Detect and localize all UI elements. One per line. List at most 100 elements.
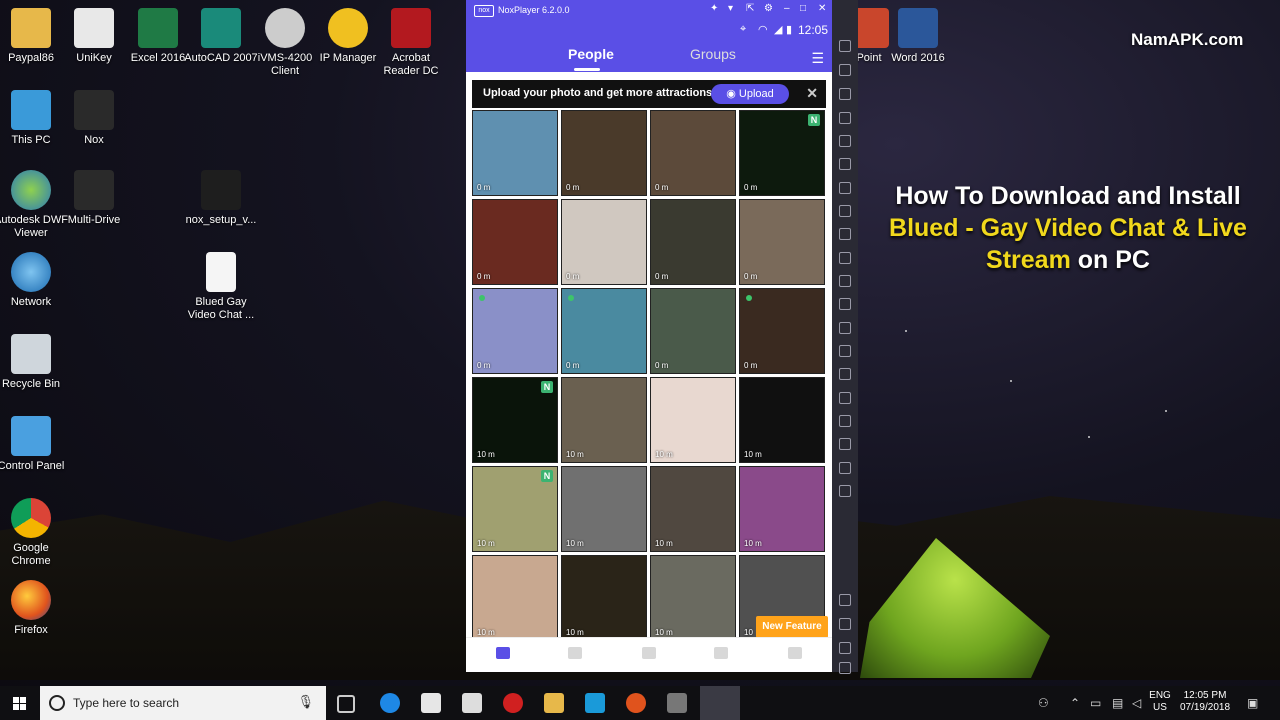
task-view-icon[interactable] xyxy=(337,695,355,713)
mail-icon[interactable] xyxy=(462,693,482,713)
upload-button[interactable]: ◉ Upload xyxy=(711,84,789,104)
network-icon[interactable]: ▤ xyxy=(1112,696,1123,710)
notifications-icon[interactable]: ▣ xyxy=(1247,696,1258,710)
sync-icon[interactable] xyxy=(839,368,851,380)
language-indicator[interactable]: ENG US xyxy=(1148,690,1172,714)
edge-icon[interactable] xyxy=(380,693,400,713)
more-icon[interactable] xyxy=(839,662,851,674)
user-tile[interactable]: 0 m xyxy=(561,288,647,374)
record-icon[interactable] xyxy=(839,135,851,147)
user-tile[interactable]: 0 m xyxy=(472,110,558,196)
user-tile[interactable]: 0 m xyxy=(561,110,647,196)
back-icon[interactable] xyxy=(839,594,851,606)
start-button[interactable] xyxy=(0,686,40,720)
add-apk-icon[interactable] xyxy=(839,64,851,76)
screenshot-icon[interactable] xyxy=(839,252,851,264)
loading-icon[interactable] xyxy=(839,392,851,404)
store-icon[interactable] xyxy=(421,693,441,713)
keyboard-icon[interactable] xyxy=(839,40,851,52)
skype-icon[interactable] xyxy=(585,693,605,713)
desktop-icon-unikey[interactable]: UniKey xyxy=(57,8,131,65)
user-tile[interactable]: 10 m xyxy=(561,555,647,641)
close-icon[interactable]: ✕ xyxy=(806,85,818,102)
user-tile[interactable]: 0 m xyxy=(472,199,558,285)
app-icon[interactable] xyxy=(503,693,523,713)
desktop-icon-network[interactable]: Network xyxy=(0,252,68,309)
screen-icon[interactable] xyxy=(839,112,851,124)
people-icon[interactable]: ⚇ xyxy=(1038,696,1049,710)
arrow-icon[interactable] xyxy=(839,485,851,497)
user-tile[interactable]: 10 m xyxy=(650,377,736,463)
desktop-icon-firefox[interactable]: Firefox xyxy=(0,580,68,637)
cut-icon[interactable] xyxy=(839,298,851,310)
desktop-icon-multi-drive[interactable]: Multi-Drive xyxy=(57,170,131,227)
user-tile[interactable]: 0 m xyxy=(650,110,736,196)
desktop-icon-blued-apk[interactable]: Blued Gay Video Chat ... xyxy=(184,252,258,322)
shake-icon[interactable] xyxy=(839,228,851,240)
user-tile[interactable]: 10 m xyxy=(561,466,647,552)
user-tile[interactable]: 0 m xyxy=(739,199,825,285)
desktop-icon-word[interactable]: Word 2016 xyxy=(881,8,955,65)
explore-icon[interactable] xyxy=(496,647,510,659)
menu-icon[interactable] xyxy=(839,345,851,357)
location-icon[interactable] xyxy=(839,88,851,100)
tab-people[interactable]: People xyxy=(568,46,614,62)
desktop-icon-acrobat[interactable]: Acrobat Reader DC xyxy=(374,8,448,78)
user-tile[interactable]: 0 m N xyxy=(739,110,825,196)
file-explorer-icon[interactable] xyxy=(544,693,564,713)
user-tile[interactable]: 0 m xyxy=(650,199,736,285)
battery-icon[interactable]: ▭ xyxy=(1090,696,1101,710)
user-tile[interactable]: 10 m N xyxy=(472,377,558,463)
messages-icon[interactable] xyxy=(642,647,656,659)
user-tile[interactable]: 10 m N xyxy=(472,466,558,552)
fullscreen-icon[interactable] xyxy=(839,158,851,170)
volume-down-icon[interactable] xyxy=(839,205,851,217)
pin-icon[interactable]: ⇱ xyxy=(746,3,754,14)
profile-icon[interactable] xyxy=(788,647,802,659)
microphone-icon[interactable]: 🎙 xyxy=(297,694,314,710)
record-macro-icon[interactable] xyxy=(839,438,851,450)
close-icon[interactable]: ✕ xyxy=(818,3,826,14)
user-tile[interactable]: 10 m xyxy=(739,466,825,552)
new-feature-button[interactable]: New Feature xyxy=(756,616,828,638)
chevron-down-icon[interactable]: ▾ xyxy=(728,3,733,14)
nox-title-bar[interactable]: nox NoxPlayer 6.2.0.0 ✦ ▾ ⇱ ⚙ – □ ✕ xyxy=(466,0,832,20)
settings-icon[interactable]: ⚙ xyxy=(764,3,773,14)
filter-icon[interactable]: ☰ xyxy=(811,50,824,67)
desktop-icon-control-panel[interactable]: Control Panel xyxy=(0,416,68,473)
desktop-icon-recycle-bin[interactable]: Recycle Bin xyxy=(0,334,68,391)
recent-icon[interactable] xyxy=(839,642,851,654)
volume-icon[interactable]: ◁ xyxy=(1132,696,1141,710)
app-icon[interactable] xyxy=(667,693,687,713)
home-icon[interactable] xyxy=(839,618,851,630)
user-tile[interactable]: 10 m xyxy=(561,377,647,463)
firefox-icon[interactable] xyxy=(626,693,646,713)
user-tile[interactable]: 10 m xyxy=(650,555,736,641)
tab-groups[interactable]: Groups xyxy=(690,46,736,62)
chevron-up-icon[interactable]: ⌃ xyxy=(1070,696,1080,710)
desktop-icon-nox[interactable]: Nox xyxy=(57,90,131,147)
gift-icon[interactable]: ✦ xyxy=(710,3,718,14)
import-icon[interactable] xyxy=(839,275,851,287)
user-tile[interactable]: 0 m xyxy=(472,288,558,374)
desktop-icon-autocad[interactable]: AutoCAD 2007 xyxy=(184,8,258,65)
maximize-icon[interactable]: □ xyxy=(800,3,806,14)
user-tile[interactable]: 10 m xyxy=(472,555,558,641)
user-tile[interactable]: 0 m xyxy=(650,288,736,374)
multi-instance-icon[interactable] xyxy=(839,322,851,334)
desktop-icon-google-chrome[interactable]: Google Chrome xyxy=(0,498,68,568)
nox-taskbar-icon[interactable] xyxy=(700,686,740,720)
clock[interactable]: 12:05 PM 07/19/2018 xyxy=(1176,690,1234,714)
nox-player-window[interactable]: nox NoxPlayer 6.2.0.0 ✦ ▾ ⇱ ⚙ – □ ✕ ⌖ ◠ … xyxy=(466,0,858,674)
user-tile[interactable]: 0 m xyxy=(561,199,647,285)
taskbar-search[interactable]: Type here to search 🎙 xyxy=(40,686,326,720)
minimize-icon[interactable]: – xyxy=(784,3,790,14)
desktop-icon-nox-setup[interactable]: nox_setup_v... xyxy=(184,170,258,227)
user-tile[interactable]: 10 m xyxy=(650,466,736,552)
user-tile[interactable]: 10 m xyxy=(739,377,825,463)
user-tile[interactable]: 0 m xyxy=(739,288,825,374)
script-icon[interactable] xyxy=(839,462,851,474)
video-icon[interactable] xyxy=(714,647,728,659)
volume-up-icon[interactable] xyxy=(839,182,851,194)
live-icon[interactable] xyxy=(568,647,582,659)
